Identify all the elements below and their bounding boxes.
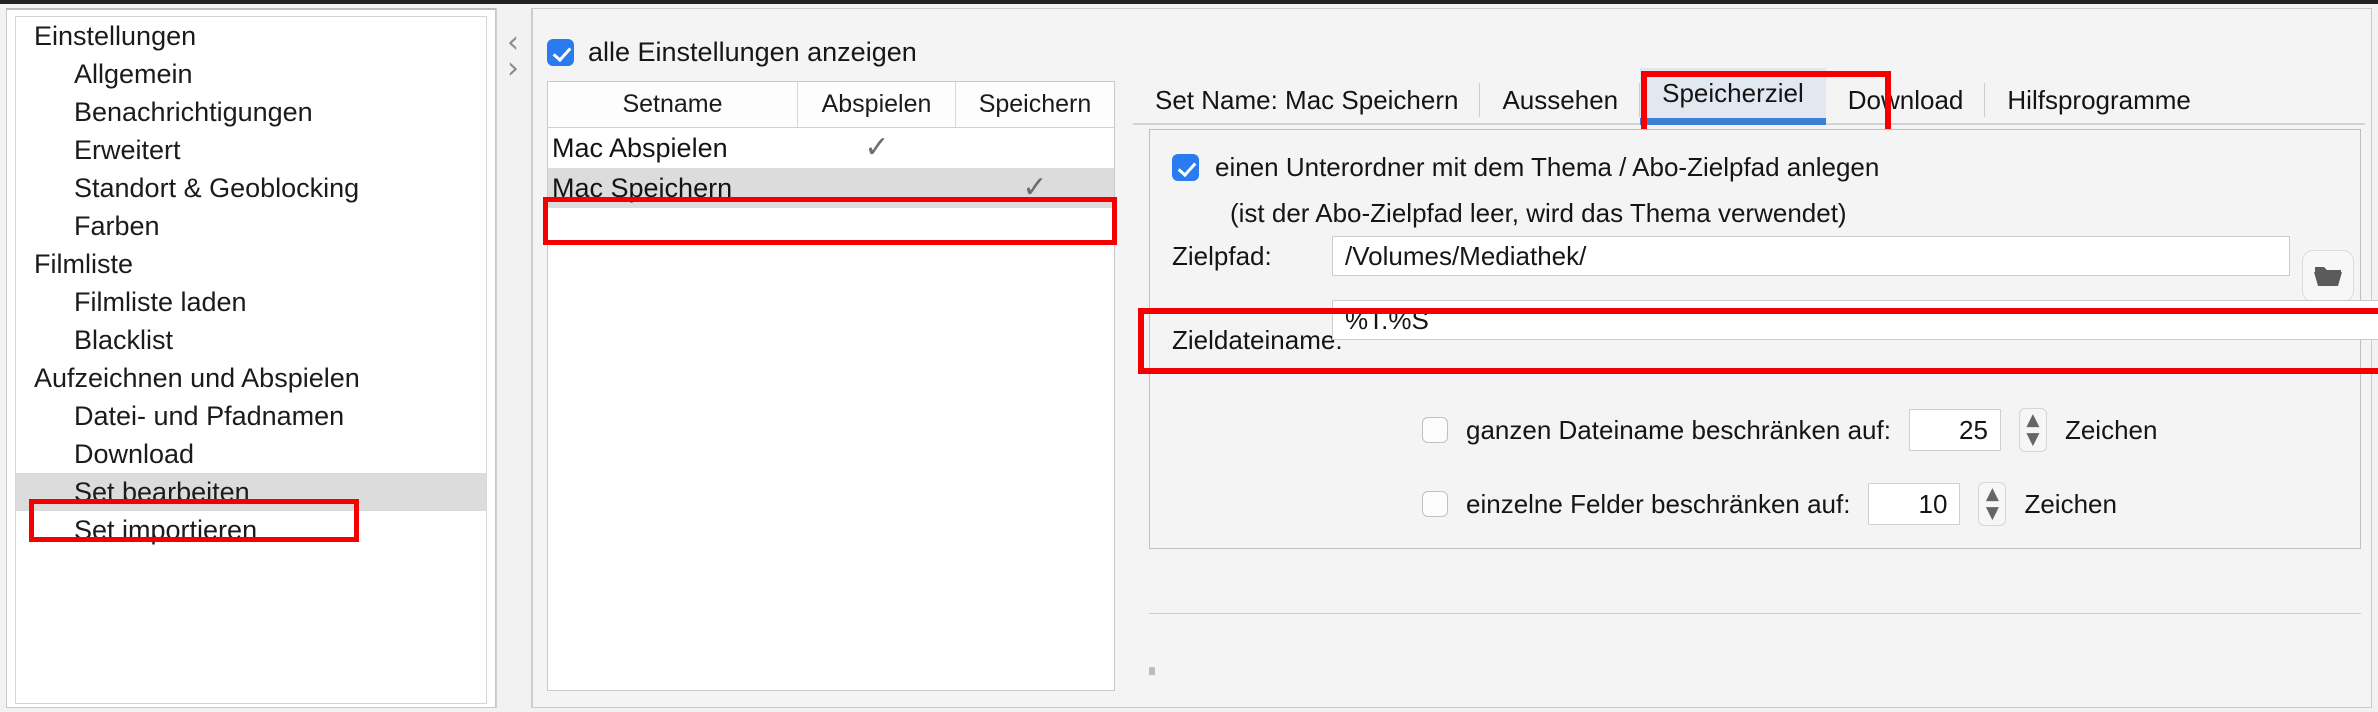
set-table-header: Setname Abspielen Speichern	[548, 82, 1114, 128]
sidebar-item-standort-geoblocking[interactable]: Standort & Geoblocking	[16, 169, 486, 207]
tab-aussehen[interactable]: Aussehen	[1480, 75, 1640, 125]
cell-abspielen: ✓	[798, 128, 956, 168]
set-table[interactable]: Setname Abspielen Speichern Mac Abspiele…	[547, 81, 1115, 691]
create-subfolder-row[interactable]: einen Unterordner mit dem Thema / Abo-Zi…	[1172, 152, 1879, 183]
table-row[interactable]: Mac Speichern ✓	[548, 168, 1114, 208]
tab-download[interactable]: Download	[1826, 75, 1986, 125]
limit-single-fields-label: einzelne Felder beschränken auf:	[1466, 488, 1851, 519]
cell-speichern: ✓	[956, 168, 1114, 208]
panel-bottom-divider	[1149, 613, 2361, 614]
sidebar-item-allgemein[interactable]: Allgemein	[16, 55, 486, 93]
sidebar-item-blacklist[interactable]: Blacklist	[16, 321, 486, 359]
column-header-abspielen[interactable]: Abspielen	[798, 82, 956, 127]
window-top-edge	[0, 0, 2378, 4]
sidebar-splitter[interactable]: ‹ ›	[496, 8, 532, 708]
settings-sidebar: Einstellungen Allgemein Benachrichtigungen…	[6, 8, 496, 708]
column-header-setname[interactable]: Setname	[548, 82, 798, 127]
zieldateiname-input[interactable]: %T.%S	[1332, 300, 2378, 340]
limit-single-fields-checkbox[interactable]	[1422, 491, 1448, 517]
set-editor-content: Set Name: Mac Speichern Aussehen Speicherz…	[1133, 67, 2378, 687]
sidebar-item-aufzeichnen-und-abspielen[interactable]: Aufzeichnen und Abspielen	[16, 359, 486, 397]
stepper-up-icon[interactable]: ▲	[2026, 411, 2039, 430]
splitter-line-left	[496, 8, 497, 708]
tab-set-name-mac-speichern[interactable]: Set Name: Mac Speichern	[1149, 75, 1481, 125]
check-icon: ✓	[1022, 171, 1048, 204]
show-all-settings-label: alle Einstellungen anzeigen	[588, 37, 917, 67]
stepper-up-icon[interactable]: ▲	[1986, 485, 1999, 504]
stepper-down-icon[interactable]: ▼	[1986, 504, 1999, 523]
expand-right-icon[interactable]: ›	[502, 54, 524, 84]
sidebar-item-datei-und-pfadnamen[interactable]: Datei- und Pfadnamen	[16, 397, 486, 435]
limit-whole-filename-checkbox[interactable]	[1422, 417, 1448, 443]
cell-setname: Mac Speichern	[552, 172, 733, 203]
zielpfad-label: Zielpfad:	[1172, 240, 1272, 271]
show-all-settings-row[interactable]: alle Einstellungen anzeigen	[547, 37, 917, 68]
sidebar-item-set-importieren[interactable]: Set importieren	[16, 511, 486, 549]
cell-setname: Mac Abspielen	[552, 132, 728, 163]
vertical-splitter-grip[interactable]	[1149, 667, 1155, 675]
column-header-speichern[interactable]: Speichern	[956, 82, 1114, 127]
limit-single-fields-unit: Zeichen	[2024, 488, 2117, 519]
sidebar-item-download[interactable]: Download	[16, 435, 486, 473]
main-panel: alle Einstellungen anzeigen Setname Absp…	[532, 8, 2378, 708]
sidebar-item-erweitert[interactable]: Erweitert	[16, 131, 486, 169]
limit-whole-filename-unit: Zeichen	[2064, 414, 2158, 445]
sidebar-item-filmliste[interactable]: Filmliste	[16, 245, 486, 283]
show-all-settings-checkbox[interactable]	[547, 39, 574, 66]
set-editor-tabbar[interactable]: Set Name: Mac Speichern Aussehen Speicherz…	[1133, 67, 2365, 125]
settings-tree[interactable]: Einstellungen Allgemein Benachrichtigungen…	[15, 16, 487, 704]
folder-icon	[2314, 267, 2342, 286]
tab-hilfsprogramme[interactable]: Hilfsprogramme	[1985, 75, 2213, 125]
sidebar-item-set-bearbeiten[interactable]: Set bearbeiten	[16, 473, 486, 511]
sidebar-item-benachrichtigungen[interactable]: Benachrichtigungen	[16, 93, 486, 131]
zielpfad-browse-button[interactable]	[2302, 250, 2354, 302]
limit-single-fields-row[interactable]: einzelne Felder beschränken auf: 10 ▲ ▼ …	[1422, 482, 2117, 526]
create-subfolder-checkbox[interactable]	[1172, 154, 1199, 181]
create-subfolder-label: einen Unterordner mit dem Thema / Abo-Zi…	[1215, 152, 1880, 182]
stepper-down-icon[interactable]: ▼	[2026, 430, 2039, 449]
limit-whole-filename-label: ganzen Dateiname beschränken auf:	[1466, 414, 1891, 445]
limit-single-fields-value[interactable]: 10	[1868, 483, 1961, 525]
zielpfad-input[interactable]: /Volumes/Mediathek/	[1332, 236, 2290, 276]
limit-whole-filename-row[interactable]: ganzen Dateiname beschränken auf: 25 ▲ ▼…	[1422, 408, 2157, 452]
speicherziel-panel: einen Unterordner mit dem Thema / Abo-Zi…	[1138, 129, 2378, 549]
sidebar-item-farben[interactable]: Farben	[16, 207, 486, 245]
app-window: Einstellungen Allgemein Benachrichtigungen…	[0, 0, 2378, 712]
zieldateiname-label: Zieldateiname:	[1172, 324, 1343, 355]
create-subfolder-hint: (ist der Abo-Zielpfad leer, wird das The…	[1230, 198, 1847, 228]
sidebar-item-filmliste-laden[interactable]: Filmliste laden	[16, 283, 486, 321]
check-icon: ✓	[864, 131, 890, 164]
limit-whole-filename-value[interactable]: 25	[1908, 409, 2001, 451]
zieldateiname-label-box: Zieldateiname:	[1158, 318, 1343, 362]
sidebar-item-einstellungen[interactable]: Einstellungen	[16, 17, 486, 55]
tab-speicherziel[interactable]: Speicherziel	[1640, 68, 1826, 125]
cell-abspielen	[798, 168, 956, 208]
table-row[interactable]: Mac Abspielen ✓	[548, 128, 1114, 168]
limit-whole-filename-stepper[interactable]: ▲ ▼	[2018, 408, 2047, 452]
limit-single-fields-stepper[interactable]: ▲ ▼	[1978, 482, 2007, 526]
cell-speichern	[956, 128, 1114, 168]
